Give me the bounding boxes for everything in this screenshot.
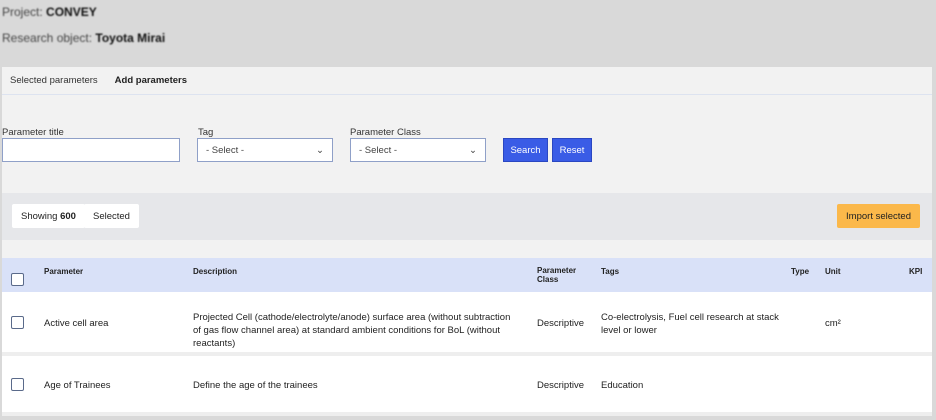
table-row[interactable]: Active cell area Projected Cell (cathode… [2, 292, 932, 356]
row-checkbox[interactable] [11, 378, 24, 391]
showing-count-button[interactable]: Showing 600 [12, 204, 85, 228]
col-type: Type [791, 267, 810, 276]
parameter-title-label: Parameter title [2, 127, 64, 138]
reset-button[interactable]: Reset [552, 138, 592, 162]
cell-description: Define the age of the trainees [193, 380, 318, 391]
table-row[interactable]: Age of Trainees Define the age of the tr… [2, 356, 932, 416]
chevron-down-icon: ⌄ [469, 144, 477, 156]
research-object-label: Research object: Toyota Mirai [2, 31, 166, 45]
cell-description: Projected Cell (cathode/electrolyte/anod… [193, 312, 511, 349]
parameters-table: Parameter Description Parameter Class Ta… [2, 258, 932, 416]
cell-parameter: Age of Trainees [44, 380, 111, 391]
tab-add-parameters[interactable]: Add parameters [115, 75, 187, 86]
col-parameter-class: Parameter Class [537, 266, 577, 284]
cell-class: Descriptive [537, 380, 584, 391]
tag-select[interactable]: - Select - ⌄ [197, 138, 333, 162]
results-toolbar: Showing 600 Selected Import selected [2, 193, 932, 240]
selected-filter-button[interactable]: Selected [84, 204, 139, 228]
tab-selected-parameters[interactable]: Selected parameters [10, 75, 98, 86]
table-header: Parameter Description Parameter Class Ta… [2, 258, 932, 292]
chevron-down-icon: ⌄ [316, 144, 324, 156]
cell-class: Descriptive [537, 318, 584, 329]
tab-bar: Selected parameters Add parameters [2, 67, 932, 95]
col-kpi: KPI [909, 267, 923, 276]
parameters-panel: Selected parameters Add parameters Param… [2, 67, 932, 416]
select-all-checkbox[interactable] [11, 273, 24, 286]
col-parameter: Parameter [44, 267, 84, 276]
row-checkbox[interactable] [11, 316, 24, 329]
search-button[interactable]: Search [503, 138, 548, 162]
parameter-class-label: Parameter Class [350, 127, 421, 138]
cell-parameter: Active cell area [44, 318, 109, 329]
showing-label: Showing [21, 210, 58, 222]
cell-unit: cm² [825, 318, 841, 329]
tag-select-value: - Select - [206, 144, 245, 156]
showing-count: 600 [60, 210, 76, 222]
col-tags: Tags [601, 267, 620, 276]
class-select-value: - Select - [359, 144, 398, 156]
cell-tags: Education [601, 380, 644, 391]
col-description: Description [193, 267, 238, 276]
parameter-class-select[interactable]: - Select - ⌄ [350, 138, 486, 162]
cell-tags: Co-electrolysis, Fuel cell research at s… [601, 312, 779, 336]
col-unit: Unit [825, 267, 841, 276]
parameter-title-input[interactable] [2, 138, 180, 162]
project-label: Project: CONVEY [2, 5, 97, 19]
tag-label: Tag [198, 127, 214, 138]
import-selected-button[interactable]: Import selected [837, 204, 920, 228]
